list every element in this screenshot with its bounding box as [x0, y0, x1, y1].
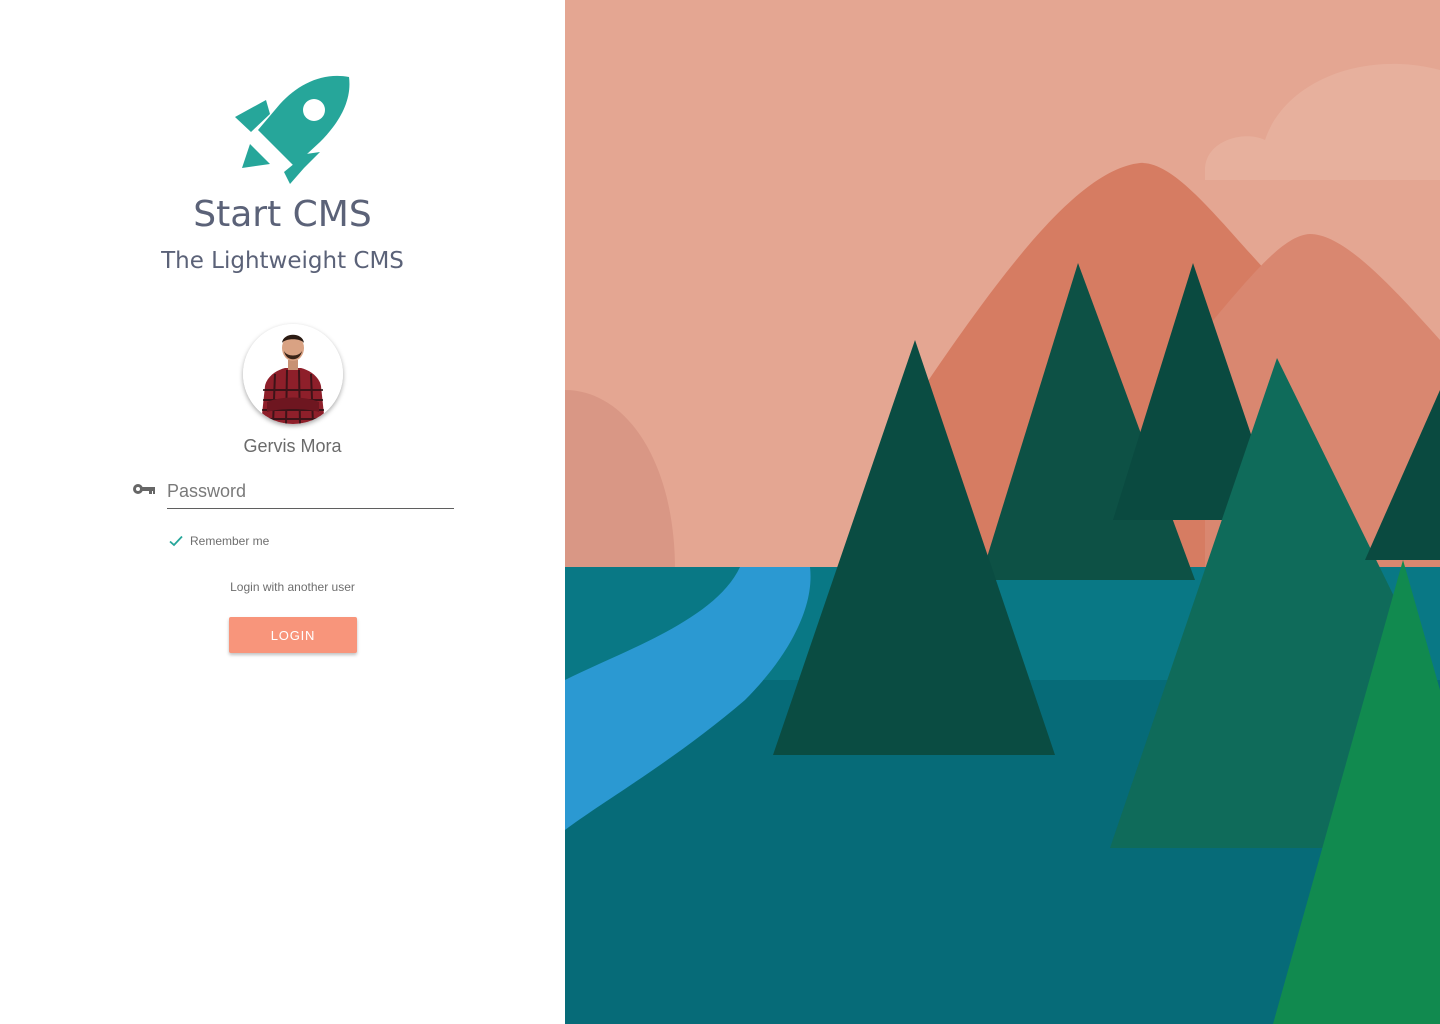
- login-another-user-link[interactable]: Login with another user: [0, 580, 585, 594]
- rocket-icon: [235, 75, 350, 184]
- key-icon: [133, 484, 155, 494]
- landscape-illustration: [565, 0, 1440, 1024]
- login-page: Start CMS The Lightweight CMS Gervis Mor…: [0, 0, 1440, 1024]
- password-input[interactable]: [167, 474, 454, 509]
- login-panel: Start CMS The Lightweight CMS Gervis Mor…: [0, 0, 565, 1024]
- app-title: Start CMS: [193, 194, 372, 235]
- app-subtitle: The Lightweight CMS: [161, 248, 404, 274]
- remember-me-label: Remember me: [190, 534, 270, 548]
- check-icon: [169, 535, 183, 547]
- user-name: Gervis Mora: [243, 436, 342, 456]
- user-avatar-icon: [243, 324, 343, 424]
- avatar: [243, 324, 343, 424]
- remember-me-checkbox[interactable]: Remember me: [168, 532, 269, 550]
- mountain-lake-forest-illustration: [565, 0, 1440, 1024]
- login-button[interactable]: LOGIN: [229, 617, 357, 653]
